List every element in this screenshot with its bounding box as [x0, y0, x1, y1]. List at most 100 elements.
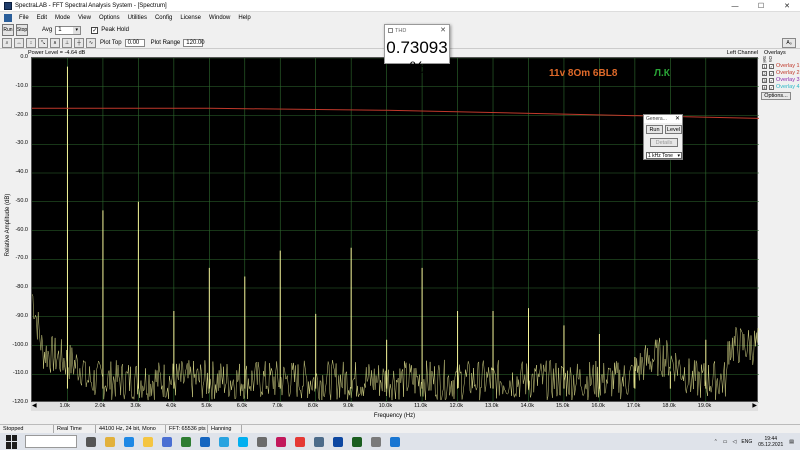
thd-close-icon[interactable]: ✕	[440, 26, 446, 34]
stop-button[interactable]: Stop	[16, 24, 28, 36]
x-axis-scrollbar[interactable]: ◀ ▶ 1.0k 2.0k 3.0k 4.0k 5.0k 6.0k 7.0k 8.0k 9.0k…	[31, 402, 758, 411]
generator-run-button[interactable]: Run	[646, 125, 663, 134]
peak-hold-checkbox[interactable]: ✓	[91, 26, 99, 34]
status-state: Stopped	[0, 425, 54, 433]
overlay-on-checkbox[interactable]: ✓	[769, 63, 774, 69]
overlay-on-checkbox[interactable]: ✓	[769, 70, 774, 76]
peak-icon[interactable]: ∧	[50, 37, 60, 48]
excel-icon[interactable]	[181, 436, 191, 447]
plot-range-input[interactable]: 120.00	[183, 38, 205, 47]
app-icon-lightblue[interactable]	[390, 436, 400, 447]
generator-details-button[interactable]: Details	[650, 138, 678, 147]
x-tick-label: 10.0k	[378, 403, 393, 409]
file-explorer-icon[interactable]	[143, 436, 153, 447]
tray-chevron-icon[interactable]: ⌃	[714, 439, 718, 445]
generator-window[interactable]: Genera... ✕ Run Level Details 1 kHz Tone…	[643, 114, 683, 160]
overlay-select-box[interactable]: 3	[762, 77, 767, 83]
taskbar: ⌃ ▭ ◁ ENG 19:44 05.12.2021 ▤	[0, 433, 800, 450]
network-icon[interactable]: ▭	[723, 439, 728, 445]
taskbar-search[interactable]	[25, 435, 77, 448]
menu-options[interactable]: Options	[95, 15, 124, 21]
menu-config[interactable]: Config	[151, 15, 176, 21]
task-view-icon[interactable]	[86, 436, 96, 447]
generator-tone-select[interactable]: 1 kHz Tone ▾	[646, 152, 682, 159]
generator-close-icon[interactable]: ✕	[675, 115, 680, 122]
menu-utilities[interactable]: Utilities	[124, 15, 151, 21]
x-tick-label: 9.0k	[343, 403, 354, 409]
clock[interactable]: 19:44 05.12.2021	[758, 436, 783, 448]
calculator-icon[interactable]	[257, 436, 267, 447]
menu-bar: File Edit Mode View Options Utilities Co…	[0, 12, 800, 23]
overlay-row[interactable]: 4 ✓ Overlay 4	[762, 84, 800, 91]
avg-select[interactable]: 1 ▾	[55, 25, 82, 35]
overlay-options-button[interactable]: Options...	[761, 91, 791, 100]
chrome-icon[interactable]	[105, 436, 115, 447]
window-title: SpectraLAB - FFT Spectral Analysis Syste…	[15, 2, 167, 9]
overlay-on-checkbox[interactable]: ✓	[769, 77, 774, 83]
menu-window[interactable]: Window	[205, 15, 234, 21]
cursor-icon[interactable]: ┼	[74, 37, 84, 48]
run-button[interactable]: Run	[2, 24, 14, 36]
overlay-row[interactable]: 3 ✓ Overlay 3	[762, 77, 800, 84]
spectrum-plot[interactable]: 11v 8Om 6BL8 Л.К	[31, 57, 760, 404]
peak-hold-label: Peak Hold	[101, 27, 129, 33]
overlays-panel: Overlays Sel On 1 ✓ Overlay 1 2 ✓ Overlay 2 3 ✓…	[761, 49, 800, 424]
notifications-icon[interactable]: ▤	[789, 439, 794, 445]
overlay-label: Overlay 4	[776, 84, 800, 91]
chevron-down-icon: ▾	[73, 26, 81, 34]
app-icon-grey[interactable]	[371, 436, 381, 447]
spectralab-task-icon[interactable]	[352, 436, 362, 447]
marker-icon[interactable]: ⊥	[62, 37, 72, 48]
windows-start-icon[interactable]	[6, 434, 20, 449]
y-tick-label: -60.0	[15, 226, 28, 233]
y-tick-label: -80.0	[15, 284, 28, 290]
app-icon-red[interactable]	[295, 436, 305, 447]
y-tick-label: -10.0	[15, 82, 28, 89]
spectrum-svg	[31, 57, 760, 404]
x-tick-label: 14.0k	[520, 403, 534, 409]
x-tick-label: 12.0k	[449, 403, 464, 409]
app-icon-blue[interactable]	[333, 436, 343, 447]
language-indicator[interactable]: ENG	[741, 439, 752, 445]
menu-file[interactable]: File	[15, 15, 33, 21]
overlay-select-box[interactable]: 1	[762, 63, 767, 69]
y-tick-label: -90.0	[15, 312, 28, 319]
overlay-row[interactable]: 1 ✓ Overlay 1	[762, 63, 800, 70]
overlay-select-box[interactable]: 4	[762, 84, 767, 90]
edge-icon[interactable]	[124, 436, 134, 447]
menu-help[interactable]: Help	[234, 15, 254, 21]
thd-window[interactable]: THD ✕ 0.73093 %	[384, 24, 450, 77]
thd-window-icon	[388, 28, 393, 33]
skype-icon[interactable]	[238, 436, 248, 447]
zoom-in-y-icon[interactable]: ↕	[26, 37, 36, 48]
close-button[interactable]: ✕	[774, 0, 800, 12]
x-axis-title: Frequency (Hz)	[373, 413, 416, 419]
overlay-on-checkbox[interactable]: ✓	[769, 84, 774, 90]
overlay-select-box[interactable]: 2	[762, 70, 767, 76]
menu-view[interactable]: View	[74, 15, 95, 21]
app-icon-pink[interactable]	[276, 436, 286, 447]
maximize-button[interactable]: ☐	[748, 0, 774, 12]
overlay-label: Overlay 1	[776, 63, 800, 70]
menu-edit[interactable]: Edit	[33, 15, 51, 21]
plot-top-input[interactable]: 0.00	[124, 38, 145, 47]
menu-license[interactable]: License	[176, 15, 205, 21]
telegram-icon[interactable]	[219, 436, 229, 447]
run-label: Run	[3, 27, 13, 33]
volume-icon[interactable]: ◁	[733, 439, 737, 445]
word-icon[interactable]	[200, 436, 210, 447]
zoom-icon[interactable]: ⌕	[2, 37, 12, 48]
minimize-button[interactable]: —	[722, 0, 748, 12]
menu-mode[interactable]: Mode	[51, 15, 74, 21]
annotate-icon[interactable]: Aₒ	[782, 38, 796, 48]
app-icon-bluegrey[interactable]	[314, 436, 324, 447]
overlay-row[interactable]: 2 ✓ Overlay 2	[762, 70, 800, 77]
store-icon[interactable]	[162, 436, 172, 447]
generator-level-button[interactable]: Level	[665, 125, 682, 134]
zoom-in-x-icon[interactable]: ↔	[14, 37, 24, 48]
wave-icon[interactable]: ∿	[86, 37, 96, 48]
stop-label: Stop	[16, 27, 28, 33]
zoom-out-icon[interactable]: ⤡	[38, 37, 48, 48]
plot-range-label: Plot Range	[150, 39, 181, 46]
x-tick-label: 3.0k	[130, 403, 141, 409]
